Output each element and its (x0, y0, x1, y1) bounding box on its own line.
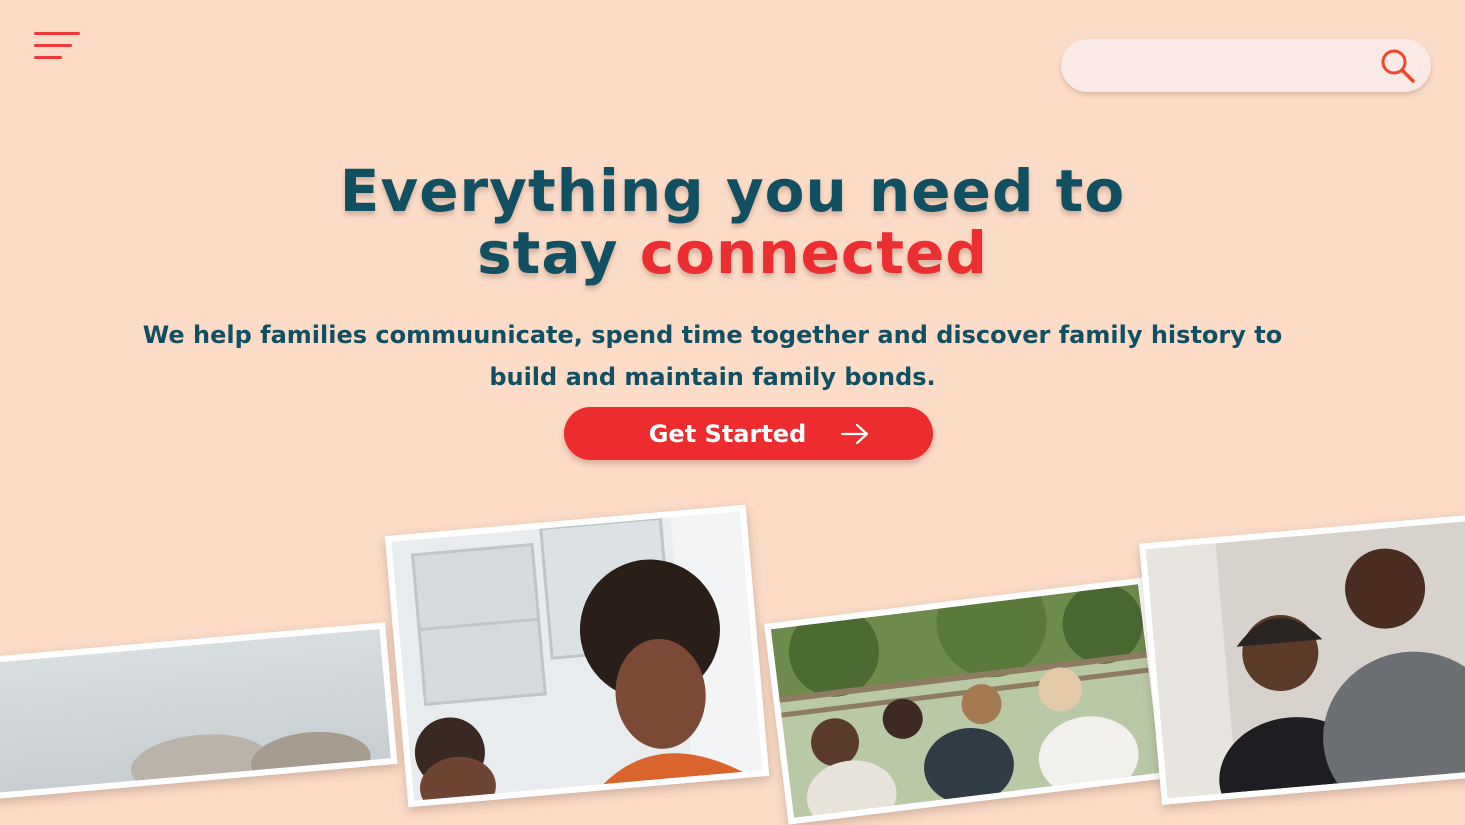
search-button[interactable] (1379, 47, 1417, 85)
couple-photo (1139, 513, 1465, 805)
headline-prefix: stay (477, 219, 619, 287)
arrow-right-icon (841, 423, 869, 444)
headline-line-1: Everything you need to (339, 157, 1126, 225)
search-bar (1061, 39, 1431, 92)
get-started-label: Get Started (648, 419, 807, 448)
headline-accent: connected (639, 219, 988, 287)
hero-subtitle: We help families commuunicate, spend tim… (142, 321, 1283, 391)
hero-headline: Everything you need to stay connected (0, 160, 1465, 284)
outdoor-toast-photo (764, 577, 1168, 825)
hamburger-menu-icon (34, 32, 80, 59)
kitchen-family-photo (384, 504, 770, 808)
get-started-button[interactable]: Get Started (564, 407, 933, 460)
family-outdoors-photo (0, 622, 398, 800)
search-input[interactable] (1085, 49, 1369, 84)
menu-button[interactable] (34, 32, 80, 62)
search-icon (1381, 49, 1415, 83)
